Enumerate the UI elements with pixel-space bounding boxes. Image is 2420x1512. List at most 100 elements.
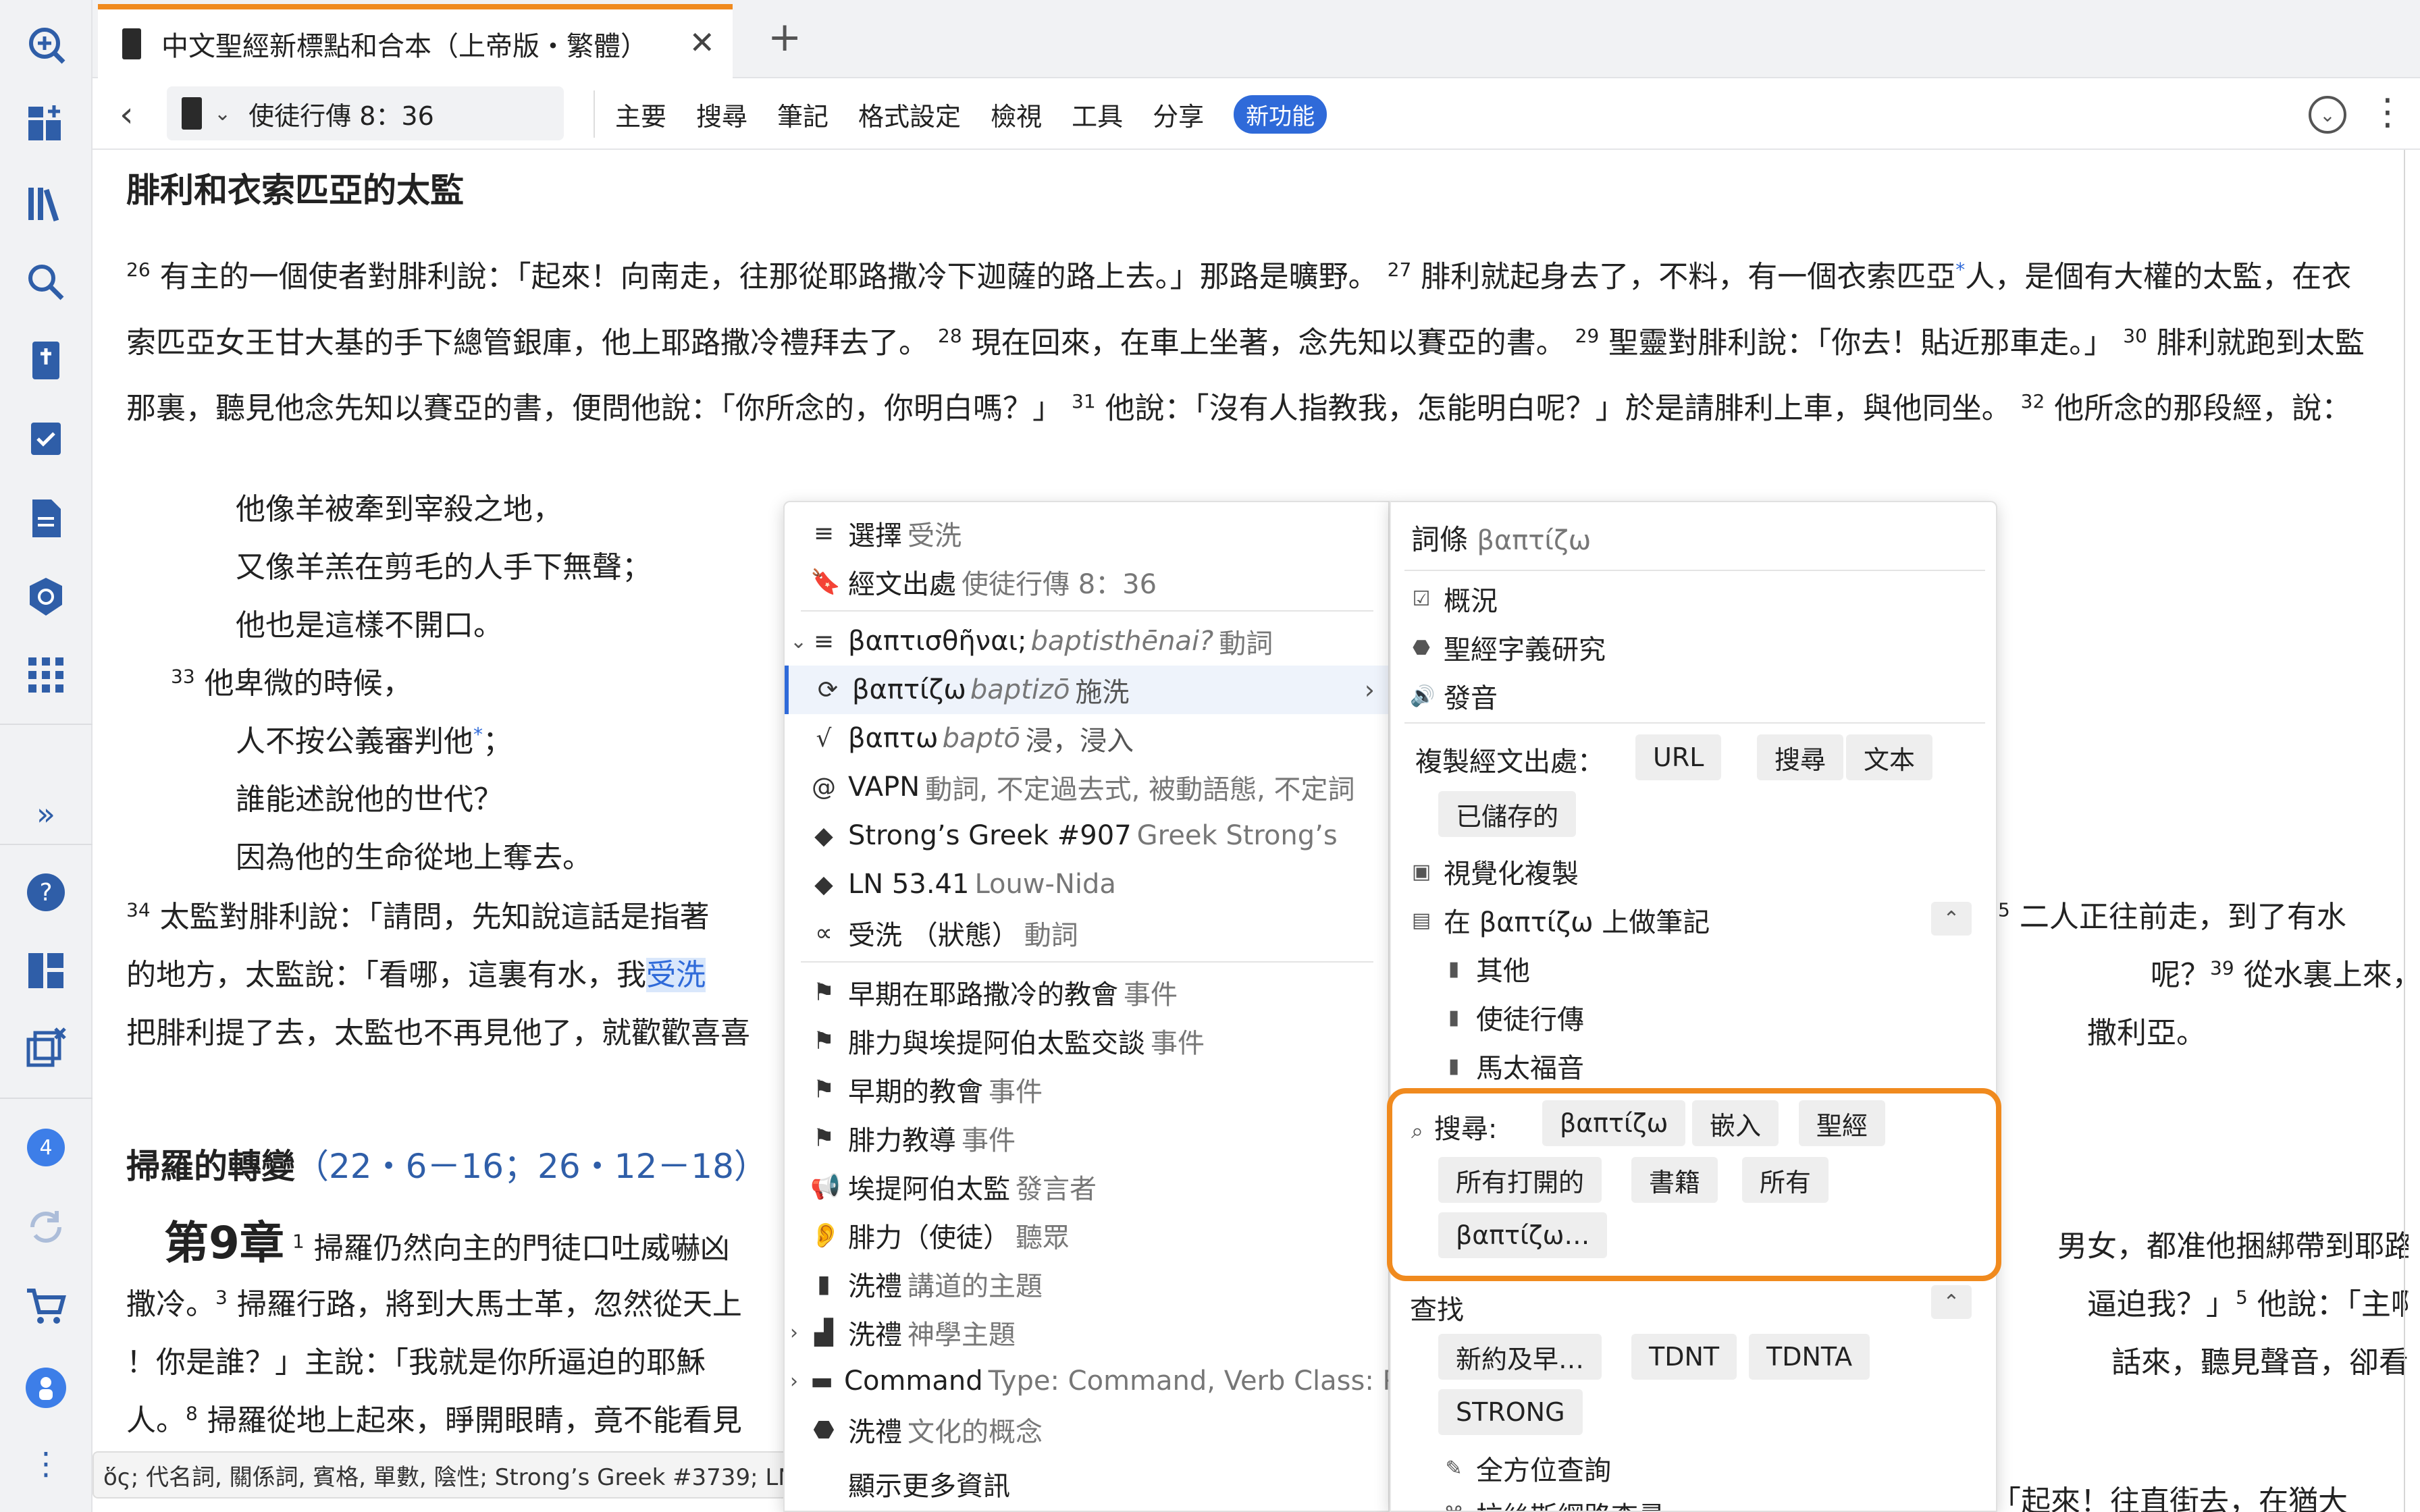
back-button[interactable]: ‹: [120, 94, 134, 135]
reference-box[interactable]: ⌄ 使徒行傳 8：36: [167, 86, 564, 140]
ctx-speaker[interactable]: 📢 埃提阿伯太監 發言者: [785, 1162, 1388, 1211]
chevron-down-icon[interactable]: ⌄: [790, 630, 807, 653]
ctx-event[interactable]: ⚑ 腓力教導 事件: [785, 1114, 1388, 1162]
more-vertical-icon[interactable]: ⋮: [2369, 90, 2406, 133]
collapse-find-button[interactable]: ⌃: [1931, 1285, 1972, 1319]
search-lemma-button[interactable]: βαπτίζω: [1542, 1100, 1686, 1146]
ctx-lemma[interactable]: ⟳ βαπτίζω baptizō 施洗 ›: [785, 666, 1388, 714]
copy-text-button[interactable]: 文本: [1846, 734, 1933, 780]
ctx-root[interactable]: √ βαπτω baptō 浸，浸入: [785, 714, 1388, 763]
verse-number[interactable]: 28: [938, 325, 962, 347]
verse-number[interactable]: 29: [1575, 325, 1600, 347]
sync-icon[interactable]: [20, 1202, 72, 1253]
close-panels-icon[interactable]: [20, 1022, 72, 1073]
ctx-event[interactable]: ⚑ 早期的教會 事件: [785, 1065, 1388, 1114]
cross-reference-link[interactable]: （22・6－16；26・12－18）: [295, 1147, 768, 1186]
verse-number[interactable]: 8: [186, 1402, 198, 1424]
menu-format[interactable]: 格式設定: [858, 96, 961, 133]
menu-search[interactable]: 搜尋: [696, 96, 747, 133]
account-icon[interactable]: [20, 1362, 72, 1413]
ctx-morph[interactable]: @ VAPN 動詞, 不定過去式, 被動語態, 不定詞: [785, 763, 1388, 811]
ctx-event[interactable]: ⚑ 早期在耶路撒冷的教會 事件: [785, 968, 1388, 1017]
new-feature-badge[interactable]: 新功能: [1234, 94, 1327, 134]
search-all-button[interactable]: 所有: [1742, 1157, 1829, 1203]
web-lookup-link[interactable]: ⌘ 拉絲斯網路查尋: [1442, 1494, 1665, 1511]
footnote-marker[interactable]: *: [1955, 259, 1965, 281]
collapse-notes-button[interactable]: ⌃: [1931, 902, 1972, 936]
verse-number[interactable]: 27: [1388, 259, 1412, 281]
chevron-right-icon[interactable]: ›: [790, 1321, 798, 1345]
cart-icon[interactable]: [20, 1281, 72, 1332]
search-icon[interactable]: [20, 256, 72, 308]
ctx-select[interactable]: ≡ 選擇 受洗: [785, 509, 1388, 558]
bible-icon[interactable]: [20, 335, 72, 386]
search-bible-button[interactable]: 聖經: [1799, 1100, 1886, 1146]
more-vertical-icon[interactable]: ⋮: [20, 1438, 72, 1489]
ctx-greek-form[interactable]: ⌄ ≡ βαπτισθῆναι; baptisthēnai? 動詞: [785, 617, 1388, 666]
library-icon[interactable]: [20, 178, 72, 230]
menu-tools[interactable]: 工具: [1072, 96, 1123, 133]
verse-number[interactable]: 39: [2210, 956, 2234, 979]
menu-notes[interactable]: 筆記: [777, 96, 828, 133]
find-tdnta-button[interactable]: TDNTA: [1749, 1334, 1870, 1380]
ctx-event[interactable]: ⚑ 腓力與埃提阿伯太監交談 事件: [785, 1017, 1388, 1065]
ctx-sermon-topic[interactable]: ▮ 洗禮 講道的主題: [785, 1260, 1388, 1308]
find-tdnt-button[interactable]: TDNT: [1631, 1334, 1737, 1380]
ctx-reference[interactable]: 🔖 經文出處 使徒行傳 8：36: [785, 558, 1388, 606]
search-books-button[interactable]: 書籍: [1631, 1157, 1718, 1203]
new-tab-button[interactable]: +: [768, 14, 801, 61]
search-more-button[interactable]: βαπτίζω…: [1438, 1212, 1608, 1258]
find-nt-button[interactable]: 新約及早…: [1438, 1334, 1602, 1380]
vertical-scrollbar[interactable]: [2404, 150, 2411, 1512]
verse-number[interactable]: 1: [292, 1230, 305, 1252]
document-icon[interactable]: [20, 493, 72, 544]
search-all-open-button[interactable]: 所有打開的: [1438, 1157, 1602, 1203]
tab-bible[interactable]: 中文聖經新標點和合本（上帝版・繁體） ✕: [98, 4, 733, 78]
verse-number[interactable]: 34: [126, 898, 151, 921]
note-file-matthew[interactable]: ▮ 馬太福音: [1442, 1046, 1584, 1085]
ctx-command[interactable]: › ▬ CommandType: Command, Verb Class: Pu…: [785, 1357, 1388, 1405]
visual-copy-link[interactable]: ▣ 視覺化複製: [1410, 852, 1579, 891]
all-lookup-link[interactable]: ✎ 全方位查詢: [1442, 1449, 1611, 1488]
checklist-icon[interactable]: [20, 413, 72, 464]
note-on-word-link[interactable]: ▤ 在 βαπτίζω 上做筆記: [1410, 900, 1710, 940]
note-file-acts[interactable]: ▮ 使徒行傳: [1442, 998, 1584, 1037]
search-inline-button[interactable]: 嵌入: [1692, 1100, 1779, 1146]
copy-saved-button[interactable]: 已儲存的: [1438, 791, 1577, 837]
menu-main[interactable]: 主要: [615, 96, 666, 133]
close-tab-icon[interactable]: ✕: [689, 24, 715, 61]
word-study-link[interactable]: ⬣ 聖經字義研究: [1410, 628, 1606, 667]
ctx-show-more[interactable]: 顯示更多資訊: [785, 1459, 1388, 1508]
find-strong-button[interactable]: STRONG: [1438, 1389, 1583, 1435]
ctx-louw-nida[interactable]: ◆ LN 53.41 Louw-Nida: [785, 860, 1388, 909]
verse-number[interactable]: 33: [171, 665, 195, 687]
chevron-circle-icon[interactable]: ⌄: [2309, 96, 2346, 134]
ctx-strongs[interactable]: ◆ Strong’s Greek #907 Greek Strong’s: [785, 811, 1388, 860]
selected-word[interactable]: 受洗: [646, 958, 706, 992]
apps-grid-icon[interactable]: [20, 649, 72, 701]
notification-badge[interactable]: 4: [27, 1129, 65, 1166]
copy-url-button[interactable]: URL: [1635, 734, 1722, 780]
ctx-sense[interactable]: ∝ 受洗 （狀態） 動詞: [785, 909, 1388, 957]
verse-number[interactable]: 31: [1072, 390, 1096, 412]
verse-number[interactable]: 3: [215, 1286, 228, 1308]
verse-number[interactable]: 5: [1998, 898, 2010, 921]
ctx-cultural-concept[interactable]: ⬣ 洗禮 文化的概念: [785, 1405, 1388, 1454]
footnote-marker[interactable]: *: [473, 723, 483, 745]
note-file-other[interactable]: ▮ 其他: [1442, 949, 1530, 988]
search-logo-icon[interactable]: [20, 19, 72, 70]
menu-share[interactable]: 分享: [1153, 96, 1204, 133]
verse-number[interactable]: 32: [2021, 390, 2045, 412]
add-panel-icon[interactable]: [20, 99, 72, 150]
help-icon[interactable]: ?: [20, 867, 72, 918]
chevron-right-icon[interactable]: ›: [790, 1370, 798, 1393]
chevron-down-icon[interactable]: ⌄: [214, 102, 231, 126]
verse-number[interactable]: 26: [126, 259, 151, 281]
menu-view[interactable]: 檢視: [991, 96, 1042, 133]
word-study-icon[interactable]: [20, 571, 72, 622]
verse-number[interactable]: 5: [2236, 1286, 2248, 1308]
copy-search-button[interactable]: 搜尋: [1757, 734, 1844, 780]
layout-icon[interactable]: [20, 945, 72, 996]
ctx-listener[interactable]: 👂 腓力（使徒） 聽眾: [785, 1211, 1388, 1260]
reference-input[interactable]: 使徒行傳 8：36: [248, 95, 434, 132]
